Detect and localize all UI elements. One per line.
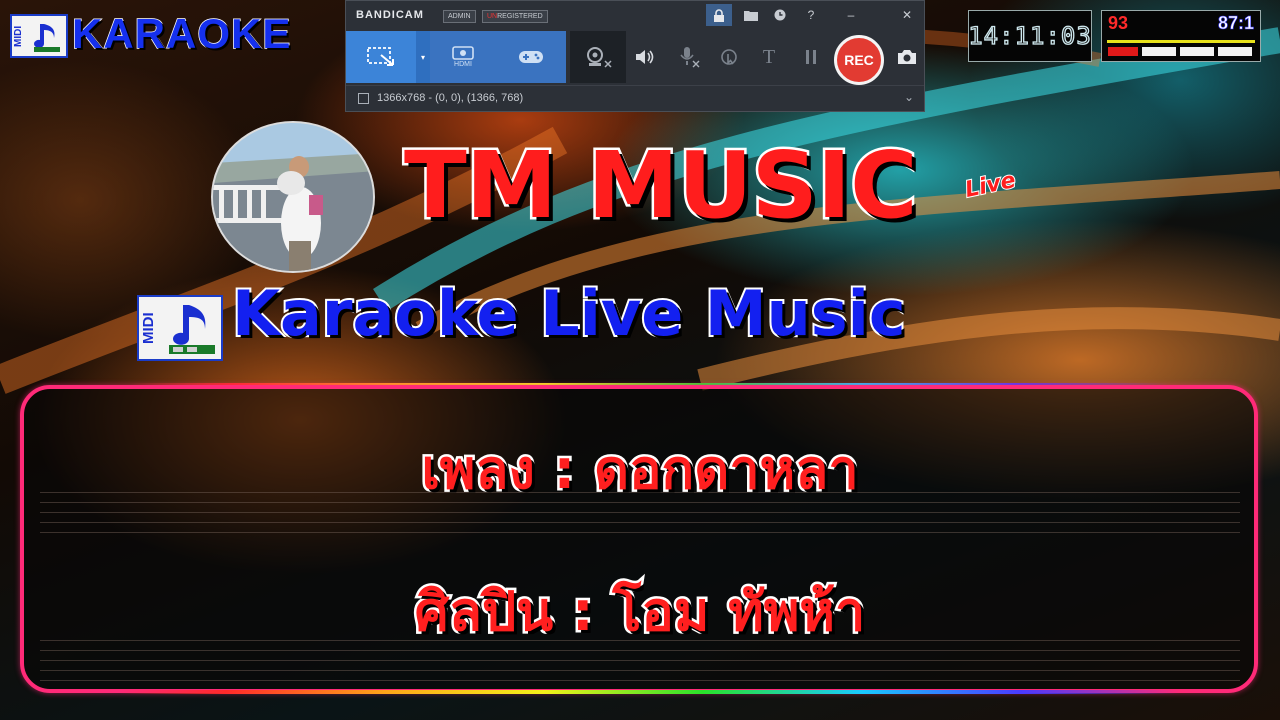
microphone-icon (680, 47, 700, 68)
lock-icon[interactable] (706, 4, 732, 26)
bandicam-statusbar: 1366x768 - (0, 0), (1366, 768) ⌄ (346, 85, 924, 111)
help-icon[interactable]: ? (798, 4, 824, 26)
score-bar-2 (1180, 47, 1214, 56)
resolution-readout: 1366x768 - (0, 0), (1366, 768) (377, 92, 524, 104)
screenshot-button[interactable] (892, 31, 922, 83)
bandicam-toolbar: ▾ HDMI T REC (346, 31, 924, 85)
speaker-button[interactable] (630, 31, 660, 83)
cursor-icon (721, 49, 737, 65)
webcam-icon (587, 47, 612, 68)
chevron-down-icon[interactable]: ⌄ (904, 90, 914, 104)
music-note-icon (34, 24, 60, 52)
score-bar-3 (1218, 47, 1252, 56)
score-bar-1 (1142, 47, 1176, 56)
avatar-photo (213, 123, 373, 271)
clock-icon[interactable] (767, 4, 793, 26)
device-mode-button[interactable]: HDMI (430, 31, 496, 83)
music-note-icon (169, 305, 215, 354)
hdmi-label: HDMI (454, 61, 472, 68)
select-area-icon (367, 47, 394, 66)
record-button[interactable]: REC (834, 35, 884, 85)
folder-icon[interactable] (738, 4, 764, 26)
karaoke-logo-text: KARAOKE (71, 9, 292, 58)
midi-logo-badge: MIDI (10, 14, 68, 58)
midi-label: MIDI (13, 25, 24, 47)
bandicam-brand: BANDICAM (356, 9, 424, 21)
score-divider (1107, 40, 1255, 43)
admin-badge: ADMIN (443, 10, 476, 23)
text-icon: T (762, 45, 776, 68)
score-bar-red (1108, 47, 1138, 56)
target-checkbox[interactable] (358, 93, 369, 104)
screen-mode-button[interactable] (346, 31, 416, 83)
unregistered-rest: REGISTERED (497, 13, 543, 20)
unregistered-prefix: UN (487, 13, 498, 20)
pause-icon (806, 50, 816, 64)
score-display: 93 87:1 (1101, 10, 1261, 62)
webcam-toggle-button[interactable] (570, 31, 626, 83)
bandicam-titlebar: BANDICAM ADMIN UNREGISTERED ? – ✕ (346, 1, 924, 31)
pause-button[interactable] (796, 31, 826, 83)
midi-label-large: MIDI (140, 312, 157, 344)
minimize-icon[interactable]: – (838, 4, 864, 26)
microphone-button[interactable] (674, 31, 704, 83)
hdmi-icon (452, 46, 474, 60)
score-right-value: 87:1 (1217, 13, 1255, 34)
page-title: TM MUSIC (402, 132, 921, 239)
artist-line: ศิลปิน : โอม ทัพห้า (412, 578, 868, 646)
score-left-value: 93 (1108, 13, 1129, 33)
text-overlay-button[interactable]: T (754, 31, 784, 83)
bandicam-window: BANDICAM ADMIN UNREGISTERED ? – ✕ ▾ HDMI (345, 0, 925, 112)
camera-icon (898, 50, 916, 64)
speaker-icon (636, 50, 654, 64)
avatar (211, 121, 375, 273)
time-display: 14:11:03 (968, 10, 1092, 62)
close-icon[interactable]: ✕ (894, 4, 920, 26)
gamepad-icon (519, 51, 543, 63)
midi-logo-badge-large: MIDI (137, 295, 223, 361)
song-title-line: เพลง : ดอกดาหลา (419, 436, 861, 504)
cursor-effect-button[interactable] (714, 31, 744, 83)
page-subtitle: Karaoke Live Music (230, 277, 908, 350)
music-staff-bottom (40, 640, 1240, 684)
unregistered-badge[interactable]: UNREGISTERED (482, 10, 548, 23)
game-mode-button[interactable] (496, 31, 566, 83)
rainbow-line-bottom (120, 690, 1180, 694)
mode-dropdown-button[interactable]: ▾ (416, 31, 430, 83)
